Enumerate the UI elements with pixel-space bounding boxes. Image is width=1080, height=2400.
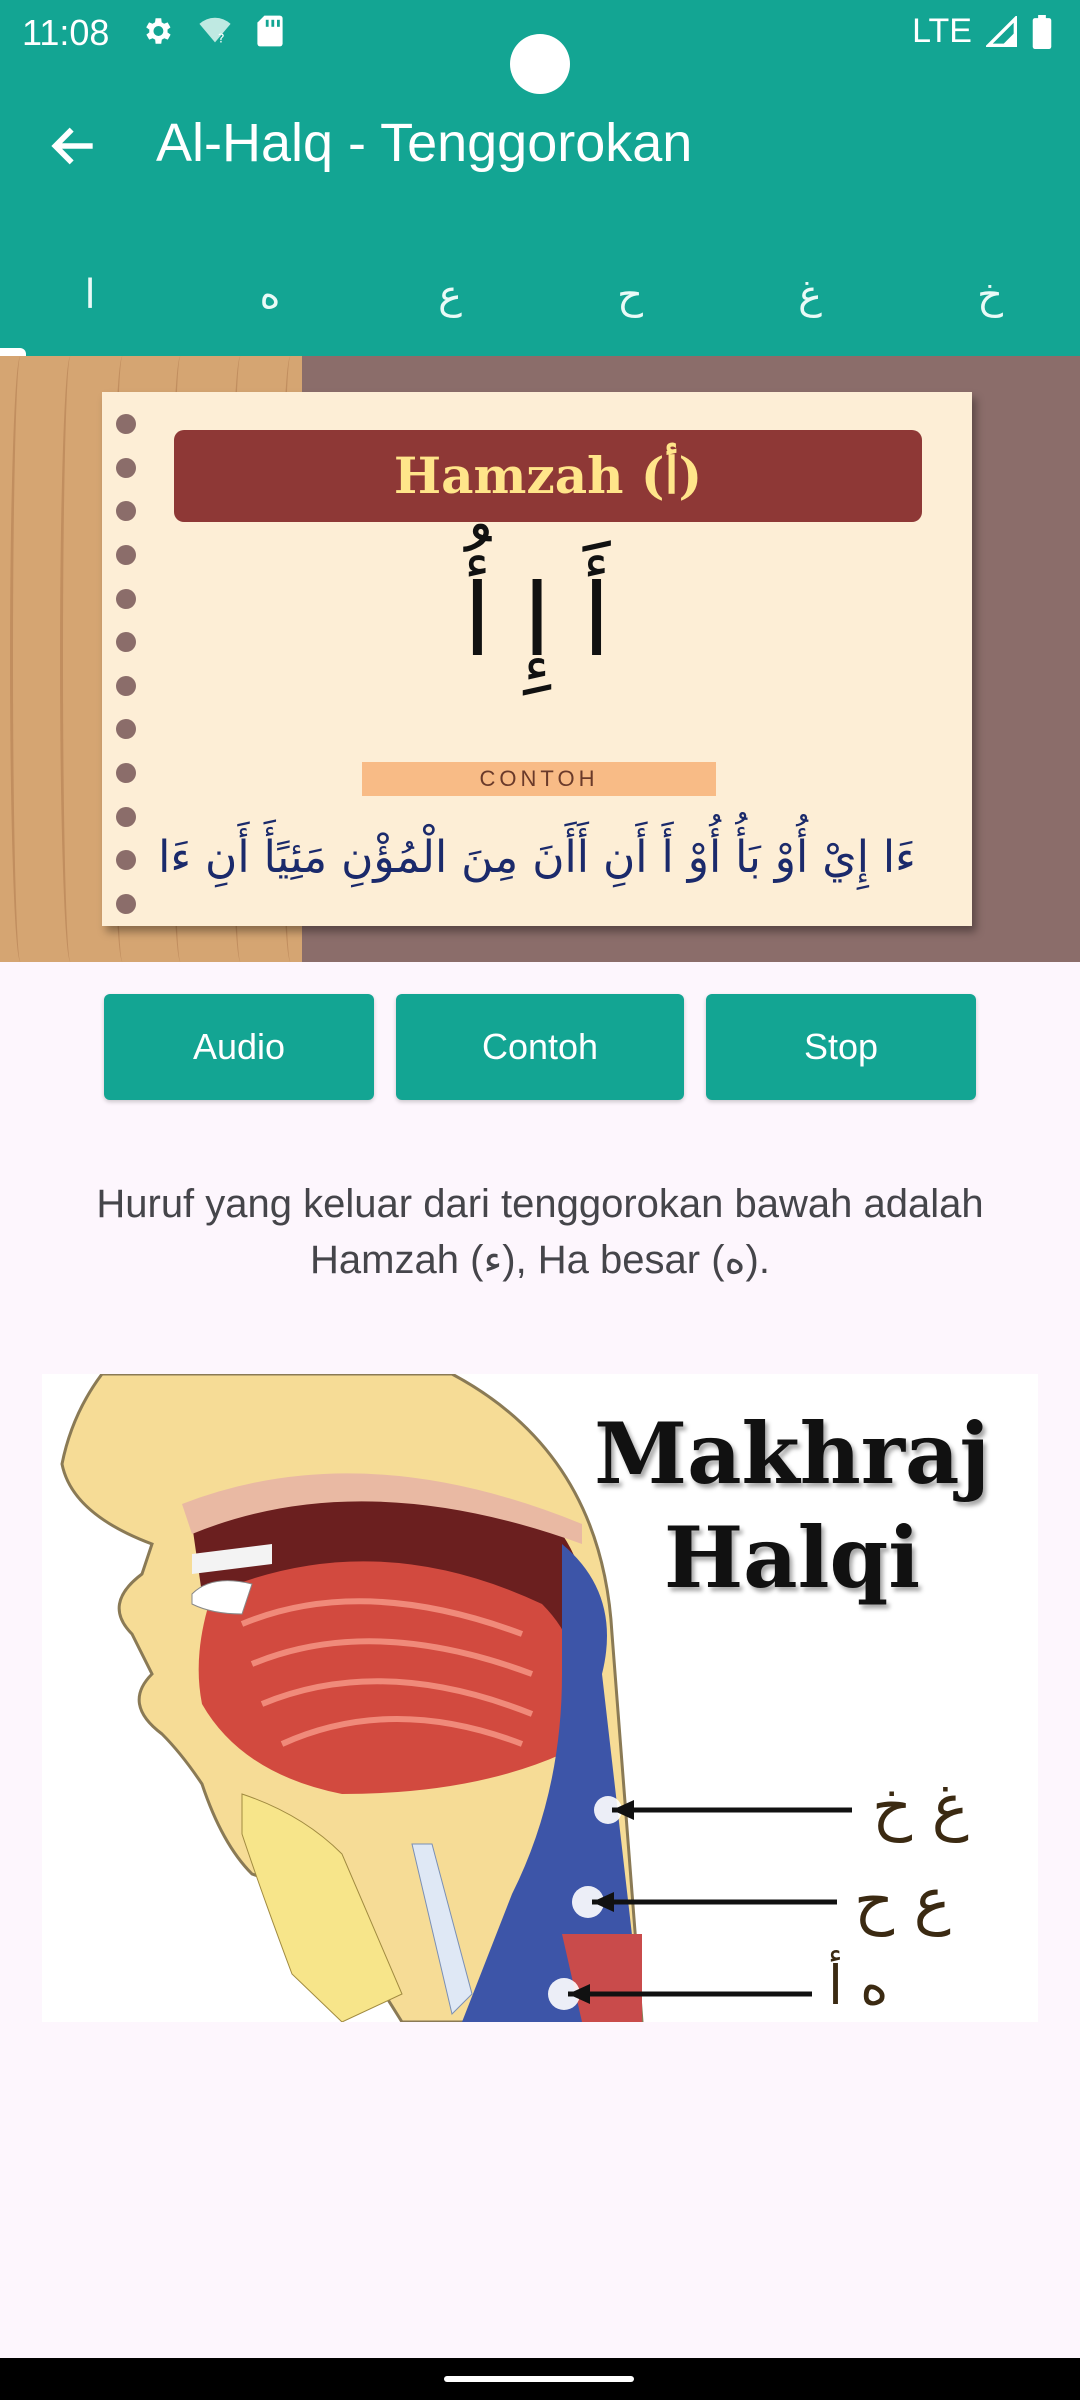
example-text: ءَا إِيْ أُوْ بَأُ أُوْ أَ أَنِ أَأَنَ م…: [158, 832, 916, 883]
home-handle[interactable]: [444, 2376, 634, 2382]
gear-icon: [146, 18, 171, 44]
makhraj-diagram: Makhraj Halqi غ خ ع ح ه أ: [42, 1374, 1038, 2022]
action-buttons: Audio Contoh Stop: [104, 994, 976, 1100]
tab-alif[interactable]: ا: [0, 250, 180, 356]
tab-kha[interactable]: خ: [900, 250, 1080, 356]
letter-card-image: Hamzah (أ) أَ إِ أُ CONTOH ءَا إِيْ أُوْ…: [0, 356, 1080, 962]
page-title: Al-Halq - Tenggorokan: [156, 113, 693, 173]
tab-ain[interactable]: ع: [360, 250, 540, 356]
tab-label: ه: [259, 272, 281, 318]
diagram-title: Makhraj Halqi: [562, 1402, 1022, 1610]
battery-icon: [1032, 14, 1052, 49]
tab-label: ح: [617, 272, 643, 318]
letter-tabs: ا ه ع ح غ خ: [0, 250, 1080, 356]
status-time: 11:08: [22, 12, 110, 53]
wifi-question-icon: ?: [199, 17, 231, 46]
arrow-left-icon[interactable]: [46, 118, 102, 174]
tab-ghain[interactable]: غ: [720, 250, 900, 356]
letter-heading: Hamzah (أ): [174, 430, 922, 522]
signal-icon: [986, 15, 1017, 47]
tab-label: غ: [798, 272, 822, 318]
camera-cutout: [510, 34, 570, 94]
tab-label: ا: [84, 272, 96, 318]
contoh-button[interactable]: Contoh: [396, 994, 684, 1100]
network-label: LTE: [912, 12, 972, 50]
description-text: Huruf yang keluar dari tenggorokan bawah…: [96, 1182, 984, 1282]
audio-button[interactable]: Audio: [104, 994, 374, 1100]
notepad-card: Hamzah (أ) أَ إِ أُ CONTOH ءَا إِيْ أُوْ…: [102, 392, 972, 926]
tab-label: خ: [977, 272, 1003, 318]
tab-ha[interactable]: ه: [180, 250, 360, 356]
app-bar: 11:08 ? LTE Al-Halq - Tenggorokan ا ه ع …: [0, 0, 1080, 356]
stop-button[interactable]: Stop: [706, 994, 976, 1100]
example-label: CONTOH: [362, 762, 716, 796]
tab-label: ع: [438, 272, 462, 318]
label-lower: ه أ: [828, 1954, 889, 2017]
tab-haa[interactable]: ح: [540, 250, 720, 356]
svg-text:?: ?: [218, 31, 225, 46]
label-middle: ع ح: [854, 1864, 951, 1937]
label-upper: غ خ: [872, 1770, 969, 1843]
letter-forms: أَ إِ أُ: [463, 562, 611, 679]
diagram-title-line2: Halqi: [663, 1508, 921, 1607]
tab-indicator: [0, 348, 26, 356]
status-bar: 11:08 ? LTE: [0, 0, 1080, 94]
sd-card-icon: [257, 15, 283, 47]
diagram-title-line1: Makhraj: [594, 1404, 990, 1503]
